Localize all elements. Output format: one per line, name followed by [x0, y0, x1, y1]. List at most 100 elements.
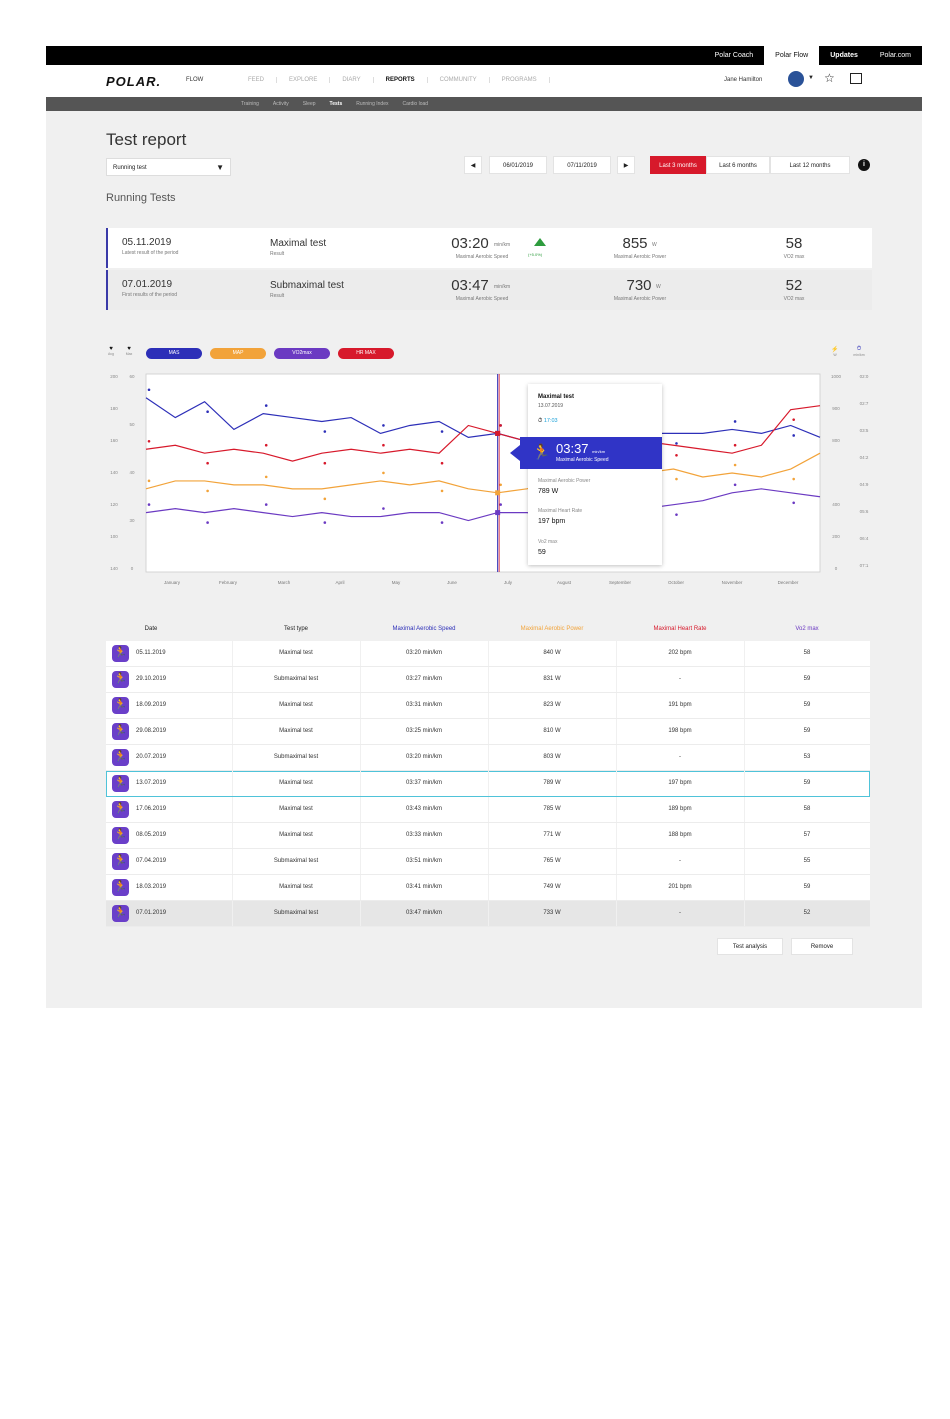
nav-reports[interactable]: REPORTS	[374, 77, 428, 83]
subnav-running-index[interactable]: Running Index	[349, 97, 395, 111]
star-icon[interactable]: ☆	[824, 71, 835, 85]
window-icon[interactable]	[850, 73, 862, 84]
running-icon: 🏃	[112, 853, 129, 870]
cell-speed: 03:25 min/km	[360, 719, 489, 744]
summary-date: 05.11.2019	[122, 237, 172, 248]
data-point	[206, 410, 209, 414]
summary-row-first: 07.01.2019 First results of the period S…	[106, 270, 872, 310]
table-row[interactable]: 🏃 13.07.2019 Maximal test 03:37 min/km 789 W…	[106, 771, 871, 797]
cell-vo2: 59	[744, 771, 871, 796]
cell-power: 831 W	[488, 667, 617, 692]
tooltip-hr: 197 bpm	[538, 518, 566, 525]
user-name[interactable]: Jane Hamilton	[724, 77, 762, 83]
cell-test-type: Maximal test	[232, 823, 361, 848]
right-axis-label-2: 02:7	[860, 401, 869, 406]
x-tick-label: November	[722, 580, 743, 585]
table-row[interactable]: 🏃 29.08.2019 Maximal test 03:25 min/km 810 W…	[106, 719, 871, 745]
nav-diary[interactable]: DIARY	[330, 77, 374, 83]
summary-type-sub: Result	[270, 293, 285, 299]
x-tick-label: May	[392, 580, 401, 585]
subnav-training[interactable]: Training	[234, 97, 266, 111]
avatar[interactable]	[788, 71, 804, 87]
tooltip-power: 789 W	[538, 488, 559, 495]
cell-vo2: 58	[744, 797, 871, 822]
subnav-tests[interactable]: Tests	[323, 97, 350, 111]
nav-feed[interactable]: FEED	[236, 77, 278, 83]
legend-mas-toggle[interactable]: MAS	[146, 348, 202, 359]
heart-avg-icon[interactable]: ♥ Avg	[104, 346, 118, 356]
table-row[interactable]: 🏃 18.09.2019 Maximal test 03:31 min/km 823 W…	[106, 693, 871, 719]
data-point	[323, 430, 327, 433]
summary-change: (+5.0%)	[528, 252, 543, 257]
table-row[interactable]: 🏃 05.11.2019 Maximal test 03:20 min/km 840 W…	[106, 641, 871, 667]
remove-button[interactable]: Remove	[791, 938, 853, 955]
data-point	[499, 503, 502, 506]
header-power[interactable]: Maximal Aerobic Power	[488, 626, 616, 632]
subnav-activity[interactable]: Activity	[266, 97, 296, 111]
data-point	[733, 483, 737, 487]
table-row[interactable]: 🏃 08.05.2019 Maximal test 03:33 min/km 771 W…	[106, 823, 871, 849]
right-axis-label-2: 06:4	[860, 536, 869, 541]
date-from-field[interactable]: 06/01/2019	[489, 156, 547, 174]
polar-flow-link[interactable]: Polar Flow	[764, 46, 820, 65]
info-icon[interactable]: i	[858, 159, 870, 171]
left-axis-label-2: 60	[129, 374, 135, 379]
cell-speed: 03:20 min/km	[360, 641, 489, 666]
subnav-cardio-load[interactable]: Cardio load	[395, 97, 435, 111]
legend-hrmax-toggle[interactable]: HR MAX	[338, 348, 394, 359]
header-vo2[interactable]: Vo2 max	[744, 626, 870, 632]
range-6-months-button[interactable]: Last 6 months	[706, 156, 770, 174]
polar-com-link[interactable]: Polar.com	[869, 46, 922, 65]
summary-vo2: 52	[785, 277, 803, 294]
table-row[interactable]: 🏃 20.07.2019 Submaximal test 03:20 min/km 80…	[106, 745, 871, 771]
legend-vo2max-toggle[interactable]: VO2max	[274, 348, 330, 359]
cell-date: 17.06.2019	[136, 797, 233, 822]
nav-community[interactable]: COMMUNITY	[428, 77, 490, 83]
cell-vo2: 58	[744, 641, 871, 666]
nav-explore[interactable]: EXPLORE	[277, 77, 331, 83]
left-axis-label-2: 0	[131, 566, 134, 571]
date-to-field[interactable]: 07/11/2019	[553, 156, 611, 174]
updates-link[interactable]: Updates	[819, 46, 869, 65]
subnav-sleep[interactable]: Sleep	[296, 97, 323, 111]
header-speed[interactable]: Maximal Aerobic Speed	[360, 626, 488, 632]
prev-period-button[interactable]: ◀	[464, 156, 482, 174]
test-type-select[interactable]: Running test ▼	[106, 158, 231, 176]
running-icon: 🏃	[112, 671, 129, 688]
legend-map-toggle[interactable]: MAP	[210, 348, 266, 359]
left-axis-label: 120	[110, 502, 118, 507]
polar-logo[interactable]: POLAR.	[106, 74, 161, 89]
nav-programs[interactable]: PROGRAMS	[490, 77, 550, 83]
range-3-months-button[interactable]: Last 3 months	[650, 156, 706, 174]
table-row[interactable]: 🏃 18.03.2019 Maximal test 03:41 min/km 749 W…	[106, 875, 871, 901]
header-test-type[interactable]: Test type	[232, 626, 360, 632]
cell-date: 29.08.2019	[136, 719, 233, 744]
chevron-down-icon[interactable]: ▼	[808, 75, 814, 81]
stopwatch-icon[interactable]: ⏱ min/km	[852, 346, 866, 357]
power-icon[interactable]: ⚡ W	[828, 346, 842, 357]
header-date[interactable]: Date	[126, 626, 176, 632]
header-heart-rate[interactable]: Maximal Heart Rate	[616, 626, 744, 632]
next-period-button[interactable]: ▶	[617, 156, 635, 174]
table-row[interactable]: 🏃 17.06.2019 Maximal test 03:43 min/km 785 W…	[106, 797, 871, 823]
summary-row-latest: 05.11.2019 Latest result of the period M…	[106, 228, 872, 268]
cell-date: 18.03.2019	[136, 875, 233, 900]
tooltip-speed-label: Maximal Aerobic Speed	[556, 457, 609, 463]
table-row[interactable]: 🏃 07.04.2019 Submaximal test 03:51 min/km 76…	[106, 849, 871, 875]
range-12-months-button[interactable]: Last 12 months	[770, 156, 850, 174]
data-point	[675, 442, 678, 445]
test-analysis-button[interactable]: Test analysis	[717, 938, 783, 955]
cell-heart-rate: -	[616, 901, 745, 926]
right-axis-label-2: 03:5	[860, 428, 869, 433]
data-point	[382, 507, 385, 510]
table-row[interactable]: 🏃 29.10.2019 Submaximal test 03:27 min/km 83…	[106, 667, 871, 693]
flow-label: FLOW	[186, 77, 204, 83]
cell-power: 749 W	[488, 875, 617, 900]
polar-coach-link[interactable]: Polar Coach	[704, 46, 765, 65]
data-point	[206, 521, 209, 524]
summary-vo2: 58	[785, 235, 803, 252]
heart-max-icon[interactable]: ♥ Max	[122, 346, 136, 356]
test-chart[interactable]: January February March April May June July Augu…	[46, 366, 922, 606]
table-row[interactable]: 🏃 07.01.2019 Submaximal test 03:47 min/km 73…	[106, 901, 871, 927]
x-tick-label: March	[278, 580, 291, 585]
